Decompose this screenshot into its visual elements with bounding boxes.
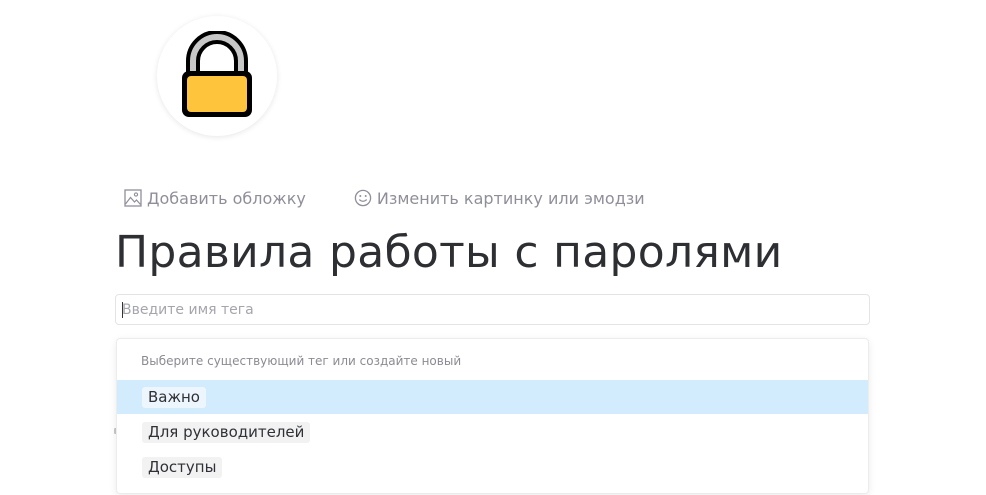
tag-option-managers[interactable]: Для руководителей	[117, 415, 868, 449]
page-title[interactable]: Правила работы с паролями	[115, 222, 783, 284]
tag-option-access[interactable]: Доступы	[117, 450, 868, 484]
smiley-icon	[353, 188, 373, 208]
page-header-actions: Добавить обложку Изменить картинку или э…	[123, 187, 645, 209]
tag-input-container	[115, 294, 870, 325]
tag-name-input[interactable]	[116, 295, 869, 324]
tag-chip: Важно	[142, 386, 206, 408]
page-icon-avatar[interactable]	[157, 16, 277, 136]
image-icon	[123, 188, 143, 208]
tag-option-important[interactable]: Важно	[117, 380, 868, 414]
change-icon-label: Изменить картинку или эмодзи	[376, 188, 645, 208]
tag-chip: Доступы	[142, 456, 223, 478]
text-cursor	[122, 302, 123, 318]
lock-icon	[182, 31, 252, 117]
tag-dropdown: Выберите существующий тег или создайте н…	[116, 338, 869, 494]
tag-chip: Для руководителей	[142, 421, 311, 443]
add-cover-label: Добавить обложку	[147, 188, 306, 208]
add-cover-button[interactable]: Добавить обложку	[123, 187, 306, 209]
change-icon-button[interactable]: Изменить картинку или эмодзи	[353, 187, 645, 209]
dropdown-hint: Выберите существующий тег или создайте н…	[141, 354, 462, 368]
